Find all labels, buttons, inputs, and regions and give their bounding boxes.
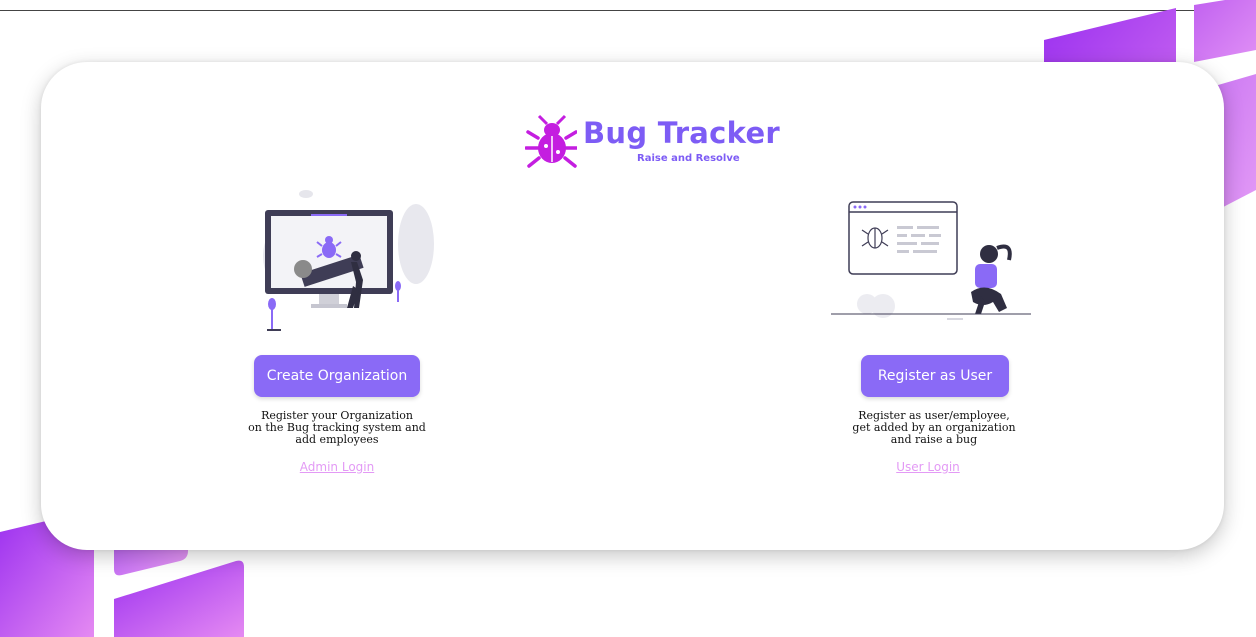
register-as-user-button[interactable]: Register as User <box>861 355 1009 397</box>
organization-description: Register your Organization on the Bug tr… <box>217 410 457 446</box>
user-description-line: and raise a bug <box>890 433 978 446</box>
create-organization-button[interactable]: Create Organization <box>254 355 420 397</box>
landing-card: Bug Tracker Raise and Resolve Create Org… <box>41 62 1224 550</box>
app-title: Bug Tracker <box>583 116 781 150</box>
admin-login-link[interactable]: Admin Login <box>237 460 437 474</box>
brand-header: Bug Tracker Raise and Resolve <box>525 114 805 174</box>
organization-description-line: add employees <box>295 433 379 446</box>
user-illustration <box>831 201 1031 320</box>
user-login-link[interactable]: User Login <box>828 460 1028 474</box>
bug-icon <box>525 114 577 168</box>
app-tagline: Raise and Resolve <box>637 153 740 164</box>
user-description: Register as user/employee, get added by … <box>814 410 1054 446</box>
organization-illustration <box>263 190 434 331</box>
